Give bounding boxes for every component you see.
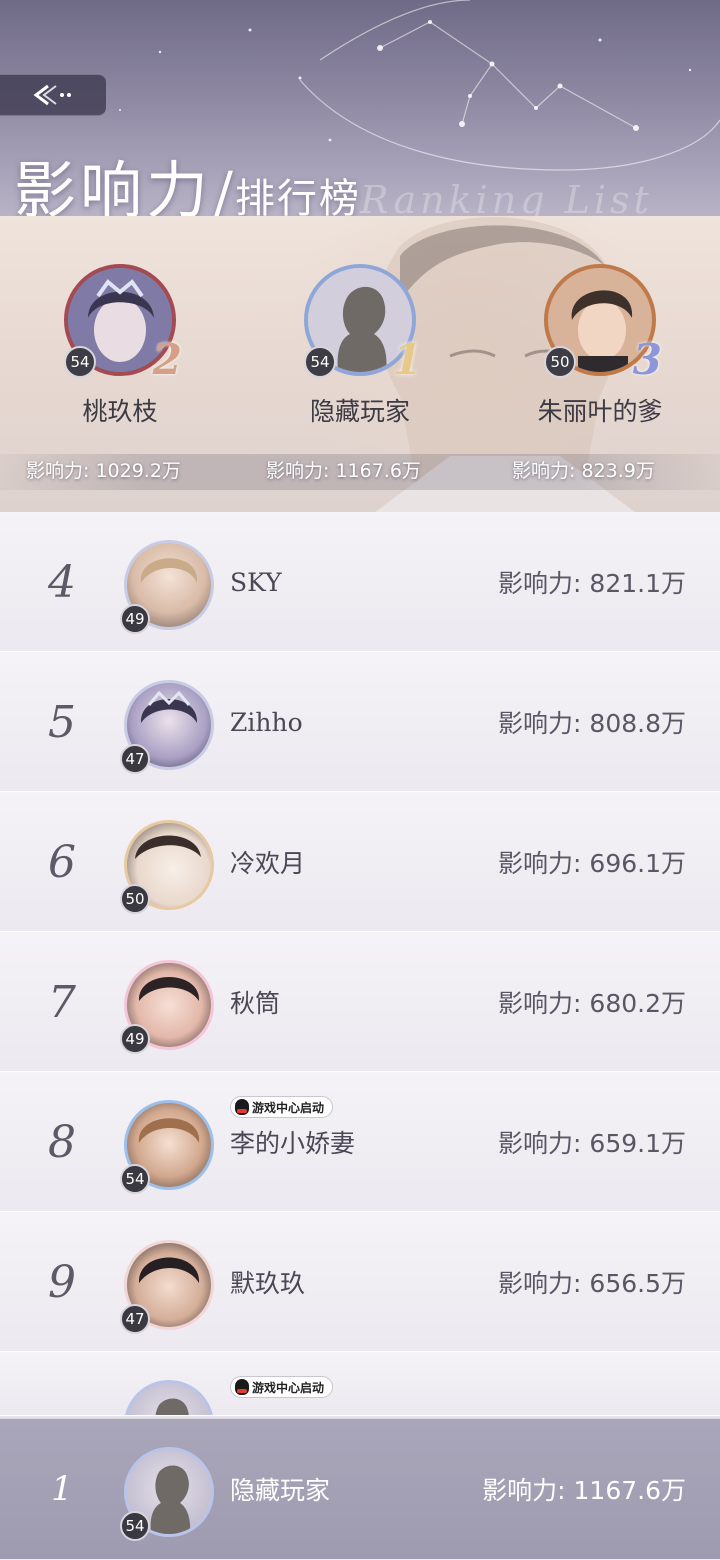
level-badge: 50 [120, 884, 150, 914]
level-badge: 54 [120, 1511, 150, 1541]
level-badge: 47 [120, 1304, 150, 1334]
ranking-row[interactable]: 9 47 默玖玖 影响力: 656.5万 [0, 1212, 720, 1352]
player-influence: 影响力: 821.1万 [498, 569, 686, 598]
my-ranking-row[interactable]: 1 54 隐藏玩家 影响力: 1167.6万 [0, 1418, 720, 1560]
player-influence: 影响力: 656.5万 [498, 1269, 686, 1298]
ranking-row[interactable]: 7 49 秋筒 影响力: 680.2万 [0, 932, 720, 1072]
level-badge: 49 [120, 604, 150, 634]
rank-number: 4 [48, 556, 76, 608]
my-player-name: 隐藏玩家 [230, 1476, 331, 1505]
header: 影响力/排行榜 Ranking List [0, 0, 720, 216]
player-name: 桃玖枝 [82, 397, 158, 426]
rank-number: 3 [632, 335, 662, 384]
rank-number: 9 [48, 1256, 76, 1308]
rank-number: 5 [48, 696, 76, 748]
level-badge: 47 [120, 744, 150, 774]
qq-penguin-icon [235, 1379, 249, 1395]
back-arrow-icon [33, 84, 71, 106]
ranking-row-partial[interactable]: 游戏中心启动 [0, 1352, 720, 1416]
level-badge: 50 [544, 346, 576, 378]
player-name: 李的小娇妻 [230, 1129, 356, 1158]
title-slash: / [214, 161, 233, 216]
back-button[interactable] [0, 74, 106, 116]
player-influence: 影响力: 680.2万 [498, 989, 686, 1018]
player-name: Zihho [230, 707, 303, 737]
my-influence: 影响力: 1167.6万 [482, 1476, 686, 1505]
player-name: 秋筒 [230, 989, 281, 1018]
rank-number: 2 [152, 335, 182, 384]
player-influence: 影响力: 808.8万 [498, 709, 686, 738]
my-rank-number: 1 [51, 1469, 73, 1509]
ranking-row[interactable]: 4 49 SKY 影响力: 821.1万 [0, 512, 720, 652]
player-name: 隐藏玩家 [309, 397, 410, 426]
rank-number: 7 [48, 976, 76, 1028]
podium-second-influence: 影响力: 1029.2万 [26, 460, 181, 482]
game-center-badge: 游戏中心启动 [230, 1376, 334, 1398]
ranking-list[interactable]: 4 49 SKY 影响力: 821.1万 5 47 Zihho 影响力: 808… [0, 512, 720, 1416]
player-influence: 影响力: 659.1万 [498, 1129, 686, 1158]
level-badge: 49 [120, 1024, 150, 1054]
level-badge: 54 [304, 346, 336, 378]
hidden-player-silhouette-icon [155, 1398, 189, 1415]
rank-number: 8 [48, 1116, 76, 1168]
title-main: 影响力 [14, 154, 213, 216]
player-name: 冷欢月 [230, 849, 306, 878]
player-influence: 影响力: 696.1万 [498, 849, 686, 878]
rank-number: 6 [48, 836, 76, 888]
player-name: 朱丽叶的爹 [537, 397, 663, 426]
podium-first-influence: 影响力: 1167.6万 [266, 460, 421, 482]
player-name: 默玖玖 [230, 1269, 306, 1298]
title-sub: 排行榜 [234, 176, 361, 216]
ranking-row[interactable]: 6 50 冷欢月 影响力: 696.1万 [0, 792, 720, 932]
rank-number: 1 [392, 335, 422, 384]
top-three-podium: 54 2 桃玖枝 54 1 隐藏玩家 50 3 朱丽叶的爹 影响力: 1029.… [0, 216, 720, 512]
ranking-row[interactable]: 5 47 Zihho 影响力: 808.8万 [0, 652, 720, 792]
page-title: 影响力/排行榜 [14, 140, 361, 216]
ranking-row[interactable]: 8 54 游戏中心启动 李的小娇妻 影响力: 659.1万 [0, 1072, 720, 1212]
badge-label: 游戏中心启动 [252, 1380, 325, 1395]
title-english: Ranking List [360, 178, 653, 216]
avatar[interactable] [124, 1380, 214, 1415]
level-badge: 54 [64, 346, 96, 378]
podium-third-influence: 影响力: 823.9万 [512, 460, 655, 482]
player-name: SKY [230, 567, 282, 597]
level-badge: 54 [120, 1164, 150, 1194]
